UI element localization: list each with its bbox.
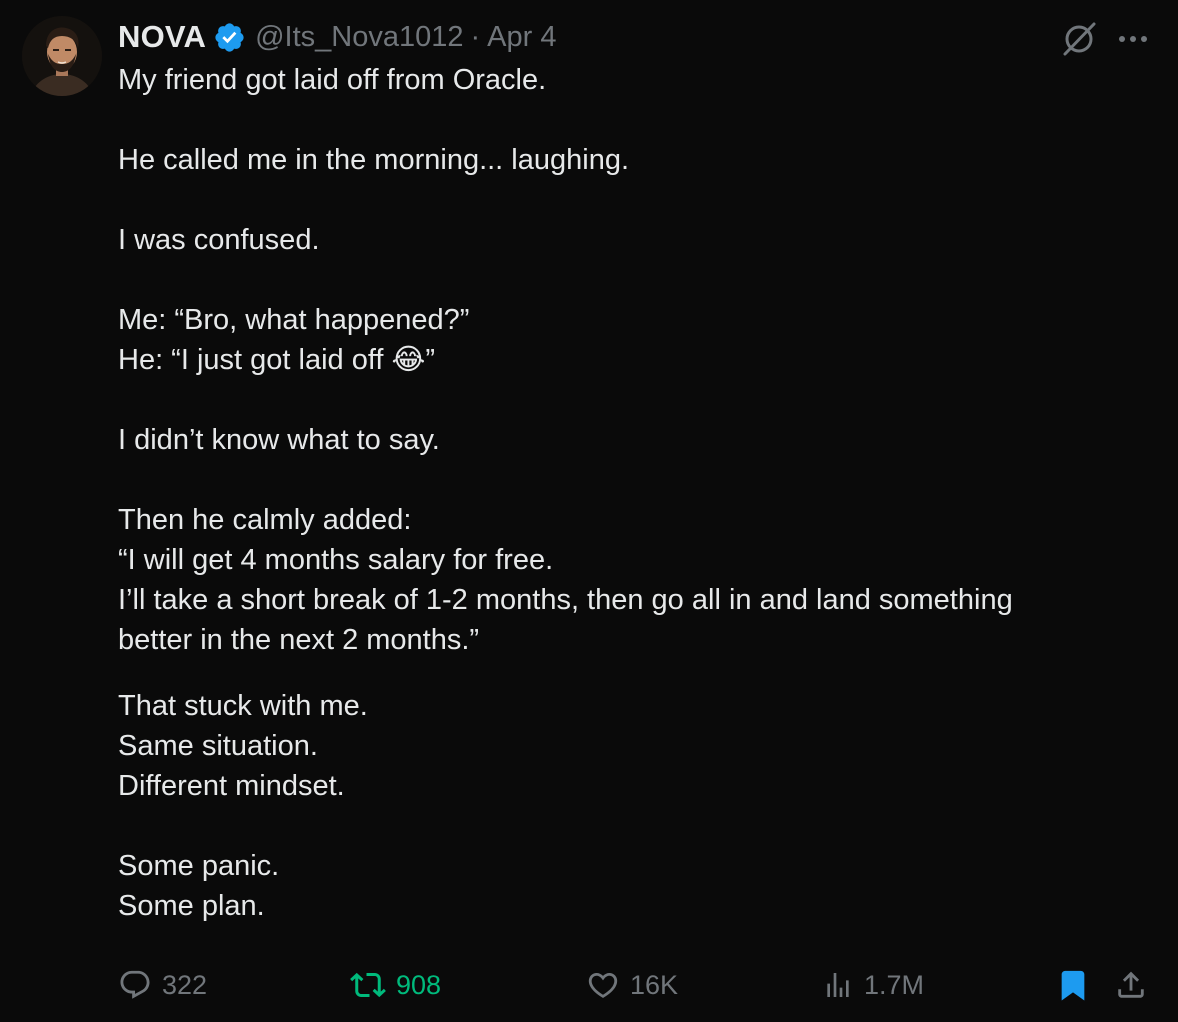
avatar-image: [22, 16, 102, 96]
reply-button[interactable]: 322: [118, 962, 207, 1008]
tweet-line: He called me in the morning... laughing.: [118, 144, 630, 176]
grok-button[interactable]: [1058, 18, 1100, 60]
tweet-line: I was confused.: [118, 224, 320, 256]
views-icon: [822, 969, 854, 1001]
header-separator: ·: [470, 20, 481, 53]
tweet-line: “I will get 4 months salary for free.: [118, 544, 554, 576]
tweet-text: My friend got laid off from Oracle. He c…: [118, 60, 1118, 926]
more-options-button[interactable]: [1112, 18, 1154, 60]
author-name[interactable]: NOVA: [118, 19, 206, 55]
avatar[interactable]: [22, 16, 102, 96]
tweet-line: Me: “Bro, what happened?”: [118, 304, 470, 336]
author-handle[interactable]: @Its_Nova1012: [255, 21, 463, 54]
retweet-icon: [350, 967, 386, 1003]
bookmark-icon: [1056, 968, 1090, 1002]
tweet-line: My friend got laid off from Oracle.: [118, 64, 547, 96]
tweet-line: better in the next 2 months.”: [118, 624, 480, 656]
reply-icon: [118, 968, 152, 1002]
tweet-date[interactable]: Apr 4: [487, 21, 556, 54]
more-icon: [1119, 36, 1147, 42]
bookmark-button[interactable]: [1056, 962, 1090, 1008]
tweet-line: I didn’t know what to say.: [118, 424, 440, 456]
heart-icon: [586, 968, 620, 1002]
tweet-line: Some plan.: [118, 890, 265, 922]
tweet: NOVA @Its_Nova1012 · Apr 4 My friend got…: [0, 0, 1178, 1022]
views-button[interactable]: 1.7M: [822, 962, 924, 1008]
retweet-count: 908: [396, 969, 442, 1000]
verified-badge-icon[interactable]: [213, 21, 246, 54]
tweet-line: Some panic.: [118, 850, 280, 882]
share-icon: [1114, 968, 1148, 1002]
tweet-line: I’ll take a short break of 1-2 months, t…: [118, 584, 1013, 616]
grok-icon: [1063, 22, 1096, 56]
retweet-button[interactable]: 908: [350, 962, 441, 1008]
share-button[interactable]: [1114, 962, 1148, 1008]
tweet-line: Same situation.: [118, 730, 318, 762]
like-count: 16K: [630, 969, 679, 1000]
tweet-actions: 322 908 16K 1.7M: [118, 962, 1158, 1008]
tweet-line: Then he calmly added:: [118, 504, 412, 536]
like-button[interactable]: 16K: [586, 962, 678, 1008]
tweet-line: Different mindset.: [118, 770, 345, 802]
tweet-line: That stuck with me.: [118, 690, 368, 722]
tweet-line: He: “I just got laid off 😂”: [118, 344, 436, 376]
tweet-header: NOVA @Its_Nova1012 · Apr 4: [118, 16, 556, 58]
views-count: 1.7M: [864, 969, 925, 1000]
reply-count: 322: [162, 969, 208, 1000]
